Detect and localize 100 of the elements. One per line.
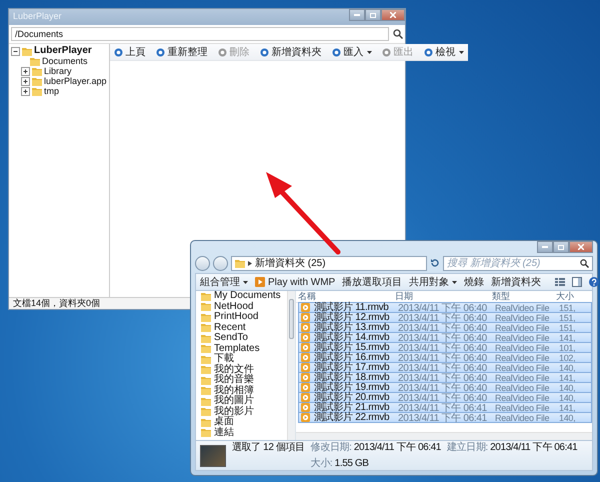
scrollbar[interactable] [287,291,295,440]
search-icon[interactable] [393,29,403,39]
file-size: 141, [558,373,576,382]
file-type: RealVideo File [494,413,550,422]
tree-item[interactable]: Documents [42,56,88,66]
caret-icon [452,280,458,284]
tree-item[interactable]: LuberPlayer [34,46,92,56]
file-date: 2013/4/11 下午 06:40 [397,353,488,362]
file-date: 2013/4/11 下午 06:40 [397,383,488,392]
file-row[interactable]: 測試影片 21.rmvb 2013/4/11 下午 06:41 RealVideo File 141, [298,402,592,413]
toolbar-button[interactable]: 新增資料夾 [491,274,542,290]
maximize-button[interactable] [365,9,381,21]
file-row[interactable]: 測試影片 14.rmvb 2013/4/11 下午 06:40 RealVideo File 141, [298,332,592,343]
toolbar-button[interactable]: 上頁 [114,44,146,60]
file-date: 2013/4/11 下午 06:41 [397,413,488,422]
file-name: 測試影片 12.rmvb [314,312,390,323]
file-row[interactable]: 測試影片 15.rmvb 2013/4/11 下午 06:40 RealVideo File 101, [298,342,592,353]
nav-item[interactable]: 我的圖片 [214,396,254,406]
tree-item[interactable]: luberPlayer.app [44,76,107,86]
file-name: 測試影片 20.rmvb [314,392,390,403]
nav-item[interactable]: PrintHood [214,312,258,322]
toolbar-button[interactable]: 組合管理 [200,274,248,290]
file-name: 測試影片 18.rmvb [314,372,390,383]
video-file-icon [301,363,310,372]
tree-item[interactable]: Library [44,66,72,76]
minimize-button[interactable] [349,9,365,21]
file-row[interactable]: 測試影片 11.rmvb 2013/4/11 下午 06:40 RealVideo File 151, [298,302,592,313]
video-file-icon [301,373,310,382]
circle-icon [424,48,433,56]
circle-icon [114,48,123,56]
video-file-icon [301,413,310,422]
search-field[interactable]: 搜尋 新增資料夾 (25) [443,256,593,270]
nav-item[interactable]: 我的影片 [214,406,254,417]
file-row[interactable]: 測試影片 13.rmvb 2013/4/11 下午 06:40 RealVideo File 151, [298,322,592,333]
folder-icon [201,334,211,343]
nav-item[interactable]: 下載 [214,354,234,364]
nav-item[interactable]: 我的文件 [214,364,254,375]
maximize-button[interactable] [553,241,569,253]
folder-icon [201,323,211,332]
file-size: 141, [558,333,576,342]
refresh-icon[interactable] [430,258,440,268]
toolbar-button[interactable]: Play with WMP [255,274,336,290]
column-header[interactable]: 類型 [490,291,554,302]
file-row[interactable]: 測試影片 20.rmvb 2013/4/11 下午 06:40 RealVideo File 140, [298,392,592,403]
close-button[interactable] [569,241,593,253]
column-header[interactable]: 大小 [554,291,578,302]
file-row[interactable]: 測試影片 18.rmvb 2013/4/11 下午 06:40 RealVideo File 141, [298,372,592,383]
file-name: 測試影片 19.rmvb [314,382,390,393]
folder-icon [22,46,32,56]
toolbar-button[interactable]: 匯入 [332,44,372,60]
view-icon[interactable] [555,278,566,286]
folder-icon [201,354,211,364]
maximize-icon [370,12,376,18]
expand-icon[interactable] [21,76,30,86]
pane-icon[interactable] [572,277,582,287]
circle-icon [218,48,227,56]
file-type: RealVideo File [494,383,550,392]
file-type: RealVideo File [494,313,550,322]
toolbar-button[interactable]: 重新整理 [156,44,208,60]
folder-icon [201,292,211,301]
video-file-icon [301,403,310,412]
help-icon[interactable] [589,277,600,287]
toolbar-button[interactable]: 新增資料夾 [260,44,322,60]
nav-item[interactable]: 我的相簿 [214,386,254,396]
expand-icon[interactable] [21,86,30,96]
scrollbar[interactable] [296,432,592,440]
toolbar-button[interactable]: 檢視 [424,44,464,60]
toolbar-button[interactable]: 共用對象 [409,274,458,290]
nav-item[interactable]: Recent [214,322,246,333]
chevron-icon [248,260,252,266]
forward-button[interactable] [213,256,228,270]
window-title: LuberPlayer [13,10,62,24]
folder-icon [201,312,211,322]
toolbar-button[interactable]: 播放選取項目 [342,274,402,290]
address-bar[interactable]: 新增資料夾 (25) [231,256,427,270]
file-size: 151, [558,323,576,332]
nav-item[interactable]: 桌面 [214,417,234,428]
nav-item[interactable]: 我的音樂 [214,375,254,386]
file-row[interactable]: 測試影片 12.rmvb 2013/4/11 下午 06:40 RealVideo File 151, [298,312,592,323]
video-file-icon [301,323,310,332]
expand-icon[interactable] [21,66,30,76]
file-row[interactable]: 測試影片 19.rmvb 2013/4/11 下午 06:40 RealVideo File 140, [298,382,592,393]
toolbar-button[interactable]: 燒錄 [464,274,484,290]
file-size: 102, [558,353,576,362]
file-name: 測試影片 16.rmvb [314,352,390,363]
collapse-icon[interactable] [11,46,20,56]
back-button[interactable] [195,256,210,270]
file-row[interactable]: 測試影片 22.rmvb 2013/4/11 下午 06:41 RealVideo File 140, [298,412,592,423]
circle-icon [260,48,269,56]
path-field[interactable]: /Documents [11,27,389,41]
file-row[interactable]: 測試影片 17.rmvb 2013/4/11 下午 06:40 RealVideo File 140, [298,362,592,373]
tree-item[interactable]: tmp [44,86,60,96]
close-button[interactable] [381,9,405,21]
minimize-button[interactable] [537,241,553,253]
file-size: 140, [558,413,576,422]
nav-item[interactable]: SendTo [214,333,248,344]
nav-item[interactable]: 連結 [214,428,234,438]
file-row[interactable]: 測試影片 16.rmvb 2013/4/11 下午 06:40 RealVideo File 102, [298,352,592,363]
nav-item[interactable]: NetHood [214,302,254,312]
nav-item[interactable]: Templates [214,344,260,354]
